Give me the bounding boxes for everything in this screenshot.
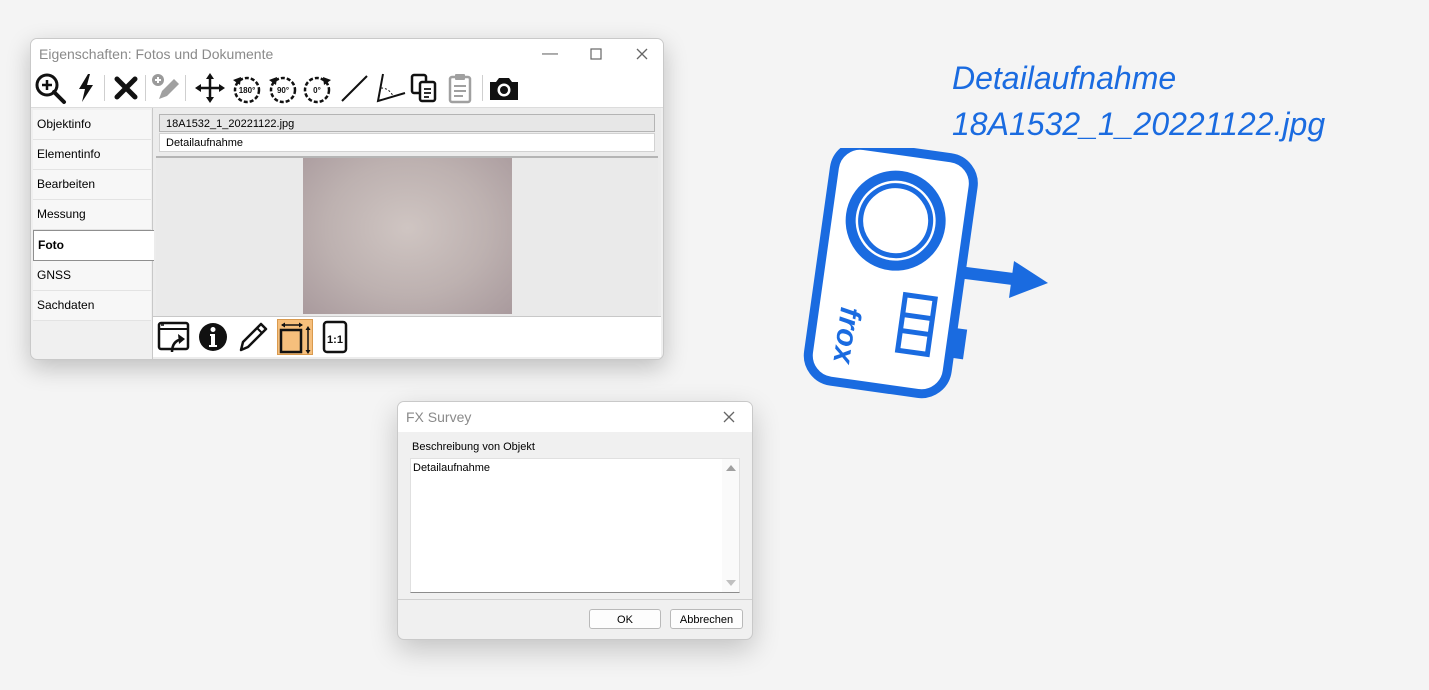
lightning-button[interactable]: [69, 71, 103, 105]
title-bar: Eigenschaften: Fotos und Dokumente —: [31, 39, 663, 69]
fit-size-icon: [279, 322, 311, 354]
rotate-0-button[interactable]: 0°: [301, 71, 335, 105]
rotate-90-button[interactable]: 90°: [265, 71, 299, 105]
copy-button[interactable]: [407, 71, 441, 105]
frox-camera-logo: frox: [800, 148, 1060, 408]
minimize-button[interactable]: —: [527, 39, 573, 69]
copy-icon: [410, 73, 437, 103]
nav-item-objektinfo[interactable]: Objektinfo: [33, 110, 151, 140]
dialog-title-bar: FX Survey: [398, 402, 752, 432]
move-icon: [195, 73, 225, 103]
close-icon: [723, 411, 735, 423]
photo-preview: [303, 158, 512, 314]
rotate-180-icon: 180°: [233, 76, 261, 104]
ok-button[interactable]: OK: [589, 609, 661, 629]
description-dialog: FX Survey Beschreibung von Objekt Detail…: [397, 401, 753, 640]
dialog-divider: [398, 599, 752, 600]
line-icon: [341, 75, 368, 102]
open-external-icon: [157, 321, 190, 353]
image-toolbar: 1:1: [153, 316, 661, 357]
description-textarea[interactable]: Detailaufnahme: [410, 458, 740, 593]
svg-text:1:1: 1:1: [327, 334, 343, 346]
filename-field: 18A1532_1_20221122.jpg: [159, 114, 655, 132]
close-button[interactable]: [619, 39, 663, 69]
zoom-in-button[interactable]: [33, 71, 67, 105]
edit-button[interactable]: [235, 319, 271, 355]
paste-button: [443, 71, 477, 105]
svg-text:0°: 0°: [313, 86, 321, 95]
fit-size-button[interactable]: [277, 319, 313, 355]
dialog-close-button[interactable]: [706, 402, 752, 432]
hero-title-line1: Detailaufnahme: [952, 60, 1177, 96]
toolbar-separator: [145, 75, 146, 101]
edit-add-button: [149, 71, 183, 105]
nav-item-sachdaten[interactable]: Sachdaten: [33, 291, 151, 321]
window-title: Eigenschaften: Fotos und Dokumente: [39, 46, 274, 62]
pencil-icon: [239, 322, 268, 352]
nav-item-foto[interactable]: Foto: [33, 230, 154, 261]
zoom-in-icon: [35, 73, 66, 104]
maximize-icon: [590, 48, 602, 60]
info-button[interactable]: [195, 319, 231, 355]
properties-window: Eigenschaften: Fotos und Dokumente — 180…: [30, 38, 664, 360]
toolbar-separator: [104, 75, 105, 101]
svg-text:180°: 180°: [239, 86, 256, 95]
image-viewer[interactable]: [156, 156, 658, 316]
actual-size-icon: 1:1: [322, 320, 348, 354]
toolbar: 180° 90° 0°: [31, 69, 663, 108]
camera-icon: [490, 78, 518, 100]
rotate-90-icon: 90°: [269, 76, 297, 104]
angle-button[interactable]: [373, 71, 407, 105]
toolbar-separator: [482, 75, 483, 101]
edit-add-icon: [152, 74, 179, 99]
nav-item-elementinfo[interactable]: Elementinfo: [33, 140, 151, 170]
cancel-button[interactable]: Abbrechen: [670, 609, 743, 629]
actual-size-button[interactable]: 1:1: [317, 319, 353, 355]
rotate-180-button[interactable]: 180°: [229, 71, 263, 105]
foto-panel: 18A1532_1_20221122.jpg Detailaufnahme 1:…: [152, 108, 661, 359]
camera-logo-icon: frox: [803, 148, 1048, 399]
delete-icon: [114, 76, 138, 100]
minimize-icon: —: [542, 45, 558, 62]
dialog-title: FX Survey: [406, 409, 472, 425]
description-label: Beschreibung von Objekt: [412, 441, 535, 453]
svg-text:90°: 90°: [277, 86, 289, 95]
nav-item-bearbeiten[interactable]: Bearbeiten: [33, 170, 151, 200]
nav-item-gnss[interactable]: GNSS: [33, 261, 151, 291]
delete-button[interactable]: [109, 71, 143, 105]
hero-title-line2: 18A1532_1_20221122.jpg: [952, 106, 1326, 142]
vertical-scrollbar[interactable]: [722, 459, 739, 592]
scroll-up-icon[interactable]: [726, 465, 736, 471]
side-nav: Objektinfo Elementinfo Bearbeiten Messun…: [33, 110, 154, 321]
maximize-button[interactable]: [573, 39, 619, 69]
angle-icon: [376, 73, 406, 103]
close-icon: [636, 48, 648, 60]
rotate-0-icon: 0°: [303, 76, 331, 104]
scroll-down-icon[interactable]: [726, 580, 736, 586]
toolbar-separator: [185, 75, 186, 101]
description-field[interactable]: Detailaufnahme: [159, 133, 655, 152]
camera-button[interactable]: [487, 71, 521, 105]
info-icon: [199, 323, 227, 351]
open-external-button[interactable]: [156, 319, 192, 355]
lightning-icon: [79, 74, 93, 102]
paste-icon: [448, 74, 472, 104]
description-text: Detailaufnahme: [413, 462, 491, 474]
line-button[interactable]: [337, 71, 371, 105]
nav-item-messung[interactable]: Messung: [33, 200, 151, 230]
move-button[interactable]: [193, 71, 227, 105]
